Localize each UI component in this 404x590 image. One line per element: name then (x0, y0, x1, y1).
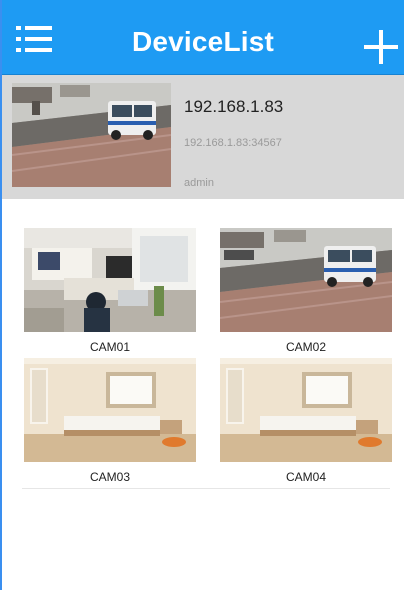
list-divider (22, 488, 390, 489)
camera-label: CAM04 (285, 470, 326, 484)
camera-tile-cam02[interactable]: CAM02 (220, 228, 392, 354)
device-thumbnail (12, 83, 171, 187)
camera-label: CAM03 (89, 470, 130, 484)
device-user: admin (184, 177, 214, 189)
device-address: 192.168.1.83:34567 (184, 137, 282, 149)
camera-preview (220, 228, 392, 332)
camera-preview (24, 228, 196, 332)
camera-preview (220, 358, 392, 462)
camera-tile-cam04[interactable]: CAM04 (220, 358, 392, 484)
page-title: DeviceList (131, 26, 275, 57)
camera-label: CAM02 (285, 340, 326, 354)
plus-icon[interactable] (364, 30, 398, 64)
camera-label: CAM01 (89, 340, 130, 354)
device-list-item[interactable]: 192.168.1.83 192.168.1.83:34567 admin (2, 75, 404, 199)
device-name: 192.168.1.83 (184, 97, 284, 116)
camera-tile-cam03[interactable]: CAM03 (24, 358, 196, 484)
camera-preview (24, 358, 196, 462)
app-header: DeviceList (2, 0, 404, 75)
camera-tile-cam01[interactable]: CAM01 (24, 228, 196, 354)
